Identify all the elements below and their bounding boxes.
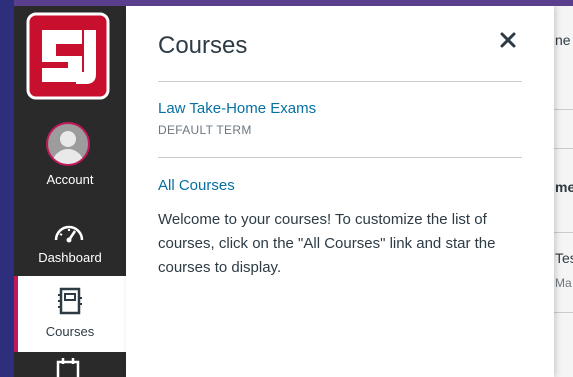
window-top-border — [14, 0, 573, 6]
university-logo[interactable] — [26, 8, 110, 104]
background-divider — [554, 312, 573, 313]
background-divider — [554, 148, 573, 149]
course-term: DEFAULT TERM — [158, 123, 252, 137]
calendar-icon[interactable] — [54, 358, 82, 377]
background-text: Tes — [555, 250, 573, 266]
nav-active-indicator — [14, 276, 18, 352]
nav-account-label[interactable]: Account — [14, 172, 126, 187]
background-page: ne me Tes Ma — [554, 6, 573, 377]
all-courses-link[interactable]: All Courses — [158, 177, 235, 194]
background-text: Ma — [555, 276, 572, 290]
tray-divider — [158, 81, 522, 82]
nav-dashboard-label[interactable]: Dashboard — [14, 250, 126, 265]
tray-title: Courses — [158, 32, 248, 59]
course-link[interactable]: Law Take-Home Exams — [158, 100, 316, 117]
background-divider — [554, 232, 573, 233]
welcome-message: Welcome to your courses! To customize th… — [158, 211, 496, 276]
background-text: me — [555, 179, 573, 195]
avatar-head — [60, 131, 76, 147]
avatar-body — [52, 149, 84, 164]
courses-tray: Courses Law Take-Home Exams DEFAULT TERM… — [126, 6, 554, 377]
background-divider — [554, 109, 573, 110]
app-window: Account Dashboard Courses ne me Te Ma Co… — [0, 0, 573, 377]
tray-divider — [158, 157, 522, 158]
window-edge — [0, 0, 14, 377]
courses-icon[interactable] — [56, 286, 84, 316]
account-avatar[interactable] — [46, 122, 90, 166]
close-icon[interactable] — [496, 28, 520, 52]
background-text: ne — [555, 32, 571, 48]
nav-courses-label[interactable]: Courses — [14, 324, 126, 339]
dashboard-icon[interactable] — [53, 220, 85, 246]
